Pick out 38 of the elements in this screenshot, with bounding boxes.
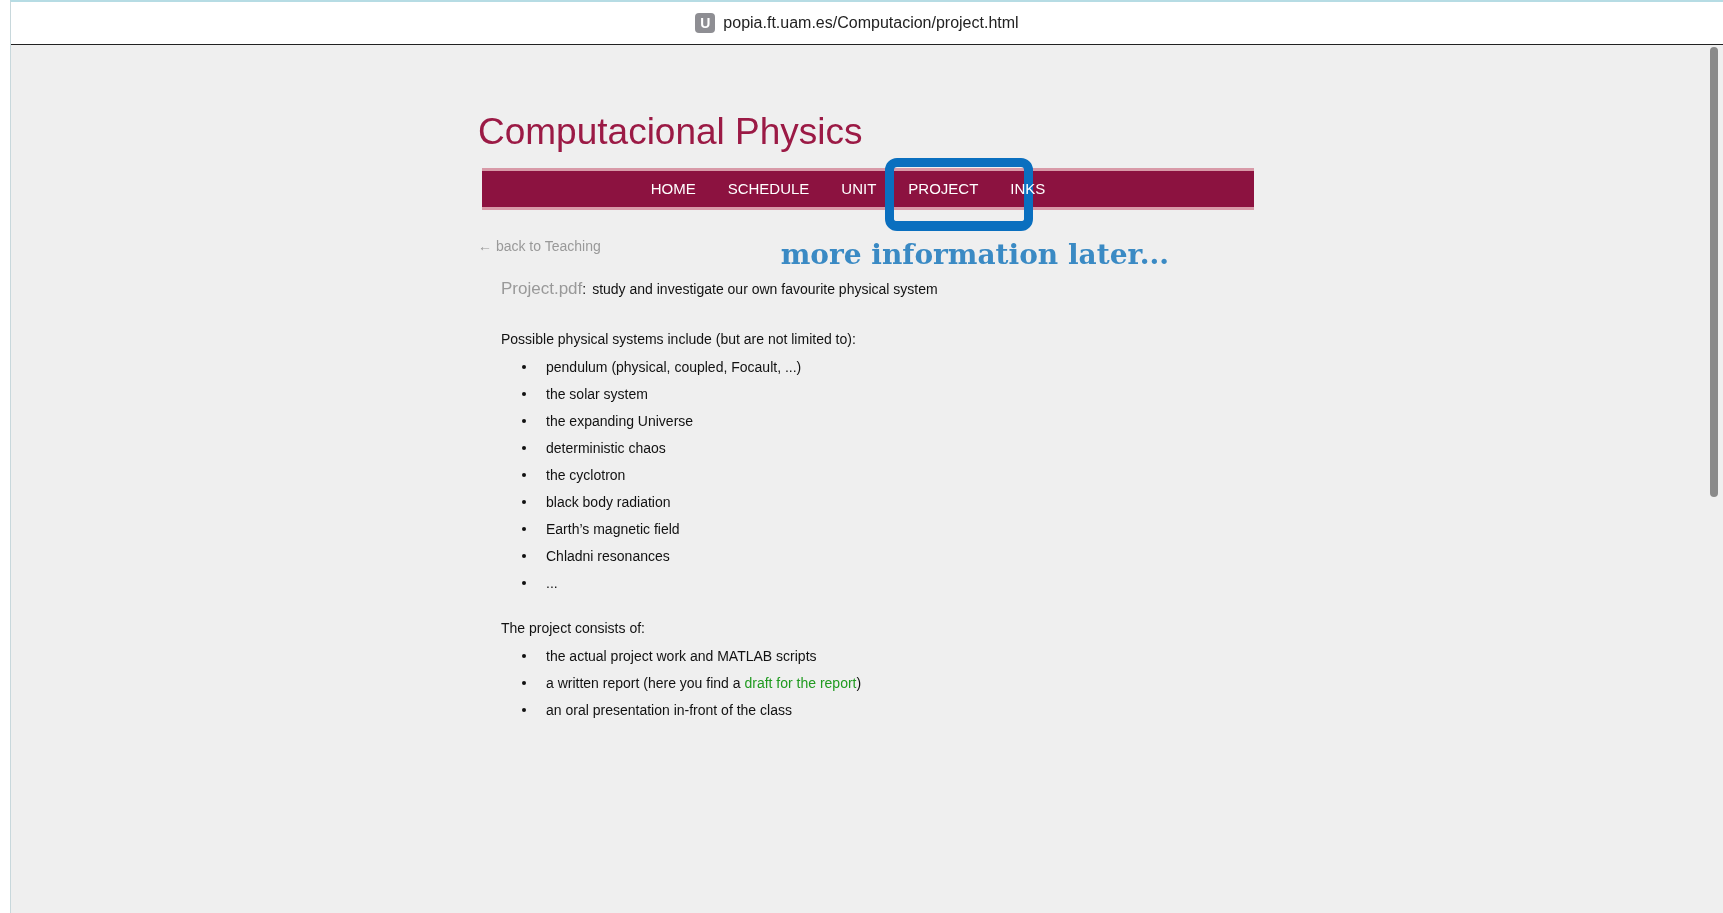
bullet-icon (522, 472, 526, 477)
bullet-icon (522, 707, 526, 712)
section-heading: The project consists of: (501, 620, 646, 637)
list-item: the expanding Universe (546, 412, 694, 429)
list-item: an oral presentation in-front of the class (546, 701, 792, 718)
bullet-icon (522, 445, 526, 450)
list-item: the cyclotron (546, 466, 626, 483)
nav-link[interactable]: INKS (994, 180, 1062, 198)
annotation-text: more information later... (780, 238, 1169, 272)
bullet-icon (522, 653, 526, 658)
list-item: ... (546, 574, 558, 591)
list-item: the actual project work and MATLAB scripts (546, 647, 817, 664)
nav-link[interactable]: PROJECT (892, 180, 995, 198)
list-item: the solar system (546, 385, 648, 402)
site-icon: U (695, 13, 716, 33)
site-title: Computacional Physics (478, 110, 864, 154)
bullet-icon (522, 391, 526, 396)
intro-text: study and investigate our own favourite physical system (592, 281, 938, 298)
nav-link[interactable]: SCHEDULE (711, 180, 826, 198)
list-item: deterministic chaos (546, 439, 666, 456)
section-heading: Possible physical systems include (but are not limited to): (501, 331, 857, 348)
bullet-icon (522, 364, 526, 369)
bullet-icon (522, 680, 526, 685)
address-bar[interactable]: U popia.ft.uam.es/Computacion/project.html (11, 2, 1723, 45)
nav-link[interactable]: UNIT (825, 180, 893, 198)
bullet-icon (522, 580, 526, 585)
nav-link[interactable]: HOME (634, 180, 712, 198)
list-item: pendulum (physical, coupled, Focault, ...) (546, 358, 802, 375)
list-item: black body radiation (546, 493, 671, 510)
separator: : (582, 281, 587, 298)
bullet-icon (522, 418, 526, 423)
list-item: Chladni resonances (546, 547, 670, 564)
bullet-icon (522, 499, 526, 504)
url-text: popia.ft.uam.es/Computacion/project.html (723, 14, 1019, 32)
bullet-icon (522, 526, 526, 531)
bullet-icon (522, 553, 526, 558)
list-item: a written report (here you find a draft for the report) (546, 674, 862, 691)
list-item: Earth’s magnetic field (546, 520, 680, 537)
